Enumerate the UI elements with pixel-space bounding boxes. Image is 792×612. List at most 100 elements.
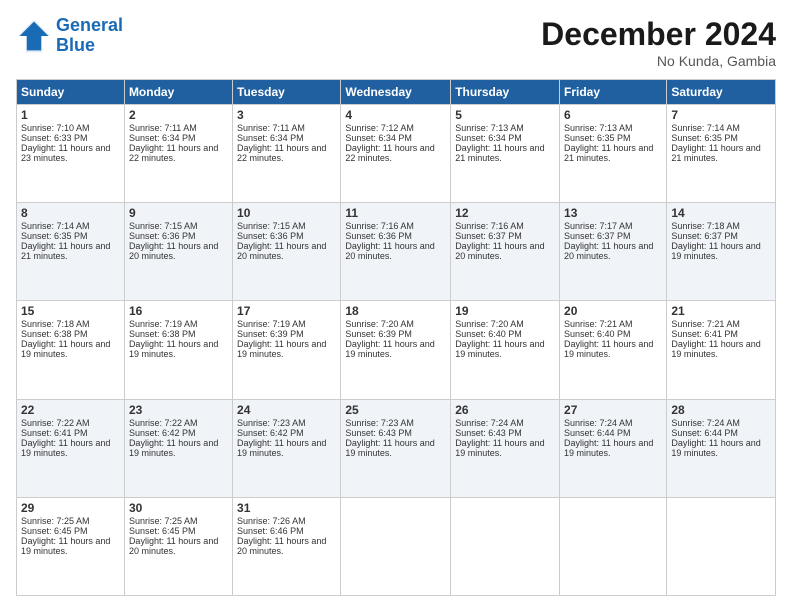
daylight-text: Daylight: 11 hours and 19 minutes. bbox=[237, 339, 326, 359]
day-number: 15 bbox=[21, 304, 120, 318]
day-number: 18 bbox=[345, 304, 446, 318]
day-number: 17 bbox=[237, 304, 336, 318]
calendar-cell: 14Sunrise: 7:18 AMSunset: 6:37 PMDayligh… bbox=[667, 203, 776, 301]
daylight-text: Daylight: 11 hours and 19 minutes. bbox=[21, 536, 110, 556]
day-number: 23 bbox=[129, 403, 228, 417]
sunrise-text: Sunrise: 7:17 AM bbox=[564, 221, 633, 231]
sunset-text: Sunset: 6:40 PM bbox=[564, 329, 631, 339]
calendar-cell: 8Sunrise: 7:14 AMSunset: 6:35 PMDaylight… bbox=[17, 203, 125, 301]
daylight-text: Daylight: 11 hours and 20 minutes. bbox=[129, 536, 218, 556]
daylight-text: Daylight: 11 hours and 19 minutes. bbox=[129, 339, 218, 359]
calendar-week-2: 8Sunrise: 7:14 AMSunset: 6:35 PMDaylight… bbox=[17, 203, 776, 301]
day-number: 10 bbox=[237, 206, 336, 220]
sunset-text: Sunset: 6:40 PM bbox=[455, 329, 522, 339]
daylight-text: Daylight: 11 hours and 19 minutes. bbox=[455, 339, 544, 359]
sunrise-text: Sunrise: 7:19 AM bbox=[237, 319, 306, 329]
day-header-thursday: Thursday bbox=[451, 80, 560, 105]
sunset-text: Sunset: 6:39 PM bbox=[345, 329, 412, 339]
calendar-week-5: 29Sunrise: 7:25 AMSunset: 6:45 PMDayligh… bbox=[17, 497, 776, 595]
sunset-text: Sunset: 6:38 PM bbox=[129, 329, 196, 339]
sunset-text: Sunset: 6:36 PM bbox=[237, 231, 304, 241]
sunset-text: Sunset: 6:38 PM bbox=[21, 329, 88, 339]
sunrise-text: Sunrise: 7:24 AM bbox=[455, 418, 524, 428]
daylight-text: Daylight: 11 hours and 19 minutes. bbox=[345, 438, 434, 458]
day-number: 20 bbox=[564, 304, 662, 318]
sunrise-text: Sunrise: 7:13 AM bbox=[564, 123, 633, 133]
day-number: 21 bbox=[671, 304, 771, 318]
calendar-cell: 9Sunrise: 7:15 AMSunset: 6:36 PMDaylight… bbox=[124, 203, 232, 301]
calendar-week-3: 15Sunrise: 7:18 AMSunset: 6:38 PMDayligh… bbox=[17, 301, 776, 399]
sunrise-text: Sunrise: 7:21 AM bbox=[564, 319, 633, 329]
day-number: 8 bbox=[21, 206, 120, 220]
calendar-cell: 30Sunrise: 7:25 AMSunset: 6:45 PMDayligh… bbox=[124, 497, 232, 595]
day-header-sunday: Sunday bbox=[17, 80, 125, 105]
calendar-cell: 20Sunrise: 7:21 AMSunset: 6:40 PMDayligh… bbox=[560, 301, 667, 399]
calendar-cell: 1Sunrise: 7:10 AMSunset: 6:33 PMDaylight… bbox=[17, 105, 125, 203]
logo-icon bbox=[16, 18, 52, 54]
sunrise-text: Sunrise: 7:10 AM bbox=[21, 123, 90, 133]
logo-general: General bbox=[56, 15, 123, 35]
day-number: 28 bbox=[671, 403, 771, 417]
day-number: 19 bbox=[455, 304, 555, 318]
sunrise-text: Sunrise: 7:23 AM bbox=[345, 418, 414, 428]
calendar-cell: 28Sunrise: 7:24 AMSunset: 6:44 PMDayligh… bbox=[667, 399, 776, 497]
daylight-text: Daylight: 11 hours and 21 minutes. bbox=[455, 143, 544, 163]
day-number: 24 bbox=[237, 403, 336, 417]
header: General Blue December 2024 No Kunda, Gam… bbox=[16, 16, 776, 69]
daylight-text: Daylight: 11 hours and 19 minutes. bbox=[455, 438, 544, 458]
sunset-text: Sunset: 6:41 PM bbox=[21, 428, 88, 438]
day-number: 27 bbox=[564, 403, 662, 417]
daylight-text: Daylight: 11 hours and 20 minutes. bbox=[455, 241, 544, 261]
daylight-text: Daylight: 11 hours and 19 minutes. bbox=[671, 241, 760, 261]
sunset-text: Sunset: 6:35 PM bbox=[21, 231, 88, 241]
calendar-cell: 18Sunrise: 7:20 AMSunset: 6:39 PMDayligh… bbox=[341, 301, 451, 399]
day-number: 26 bbox=[455, 403, 555, 417]
sunset-text: Sunset: 6:44 PM bbox=[564, 428, 631, 438]
sunset-text: Sunset: 6:34 PM bbox=[237, 133, 304, 143]
calendar-cell: 12Sunrise: 7:16 AMSunset: 6:37 PMDayligh… bbox=[451, 203, 560, 301]
day-number: 30 bbox=[129, 501, 228, 515]
calendar-cell: 3Sunrise: 7:11 AMSunset: 6:34 PMDaylight… bbox=[233, 105, 341, 203]
calendar-cell: 10Sunrise: 7:15 AMSunset: 6:36 PMDayligh… bbox=[233, 203, 341, 301]
day-number: 31 bbox=[237, 501, 336, 515]
sunrise-text: Sunrise: 7:23 AM bbox=[237, 418, 306, 428]
calendar-cell: 6Sunrise: 7:13 AMSunset: 6:35 PMDaylight… bbox=[560, 105, 667, 203]
daylight-text: Daylight: 11 hours and 21 minutes. bbox=[21, 241, 110, 261]
daylight-text: Daylight: 11 hours and 21 minutes. bbox=[671, 143, 760, 163]
calendar-header-row: SundayMondayTuesdayWednesdayThursdayFrid… bbox=[17, 80, 776, 105]
sunset-text: Sunset: 6:34 PM bbox=[129, 133, 196, 143]
calendar-cell: 21Sunrise: 7:21 AMSunset: 6:41 PMDayligh… bbox=[667, 301, 776, 399]
sunset-text: Sunset: 6:34 PM bbox=[345, 133, 412, 143]
daylight-text: Daylight: 11 hours and 20 minutes. bbox=[345, 241, 434, 261]
day-number: 16 bbox=[129, 304, 228, 318]
calendar-cell bbox=[341, 497, 451, 595]
daylight-text: Daylight: 11 hours and 23 minutes. bbox=[21, 143, 110, 163]
day-number: 3 bbox=[237, 108, 336, 122]
sunset-text: Sunset: 6:37 PM bbox=[455, 231, 522, 241]
sunrise-text: Sunrise: 7:24 AM bbox=[671, 418, 740, 428]
calendar-cell: 13Sunrise: 7:17 AMSunset: 6:37 PMDayligh… bbox=[560, 203, 667, 301]
calendar-cell: 7Sunrise: 7:14 AMSunset: 6:35 PMDaylight… bbox=[667, 105, 776, 203]
location: No Kunda, Gambia bbox=[541, 53, 776, 69]
sunrise-text: Sunrise: 7:15 AM bbox=[129, 221, 198, 231]
logo: General Blue bbox=[16, 16, 123, 56]
day-number: 11 bbox=[345, 206, 446, 220]
sunset-text: Sunset: 6:36 PM bbox=[129, 231, 196, 241]
sunrise-text: Sunrise: 7:13 AM bbox=[455, 123, 524, 133]
logo-blue: Blue bbox=[56, 36, 123, 56]
month-title: December 2024 bbox=[541, 16, 776, 53]
sunrise-text: Sunrise: 7:12 AM bbox=[345, 123, 414, 133]
calendar-cell: 23Sunrise: 7:22 AMSunset: 6:42 PMDayligh… bbox=[124, 399, 232, 497]
daylight-text: Daylight: 11 hours and 19 minutes. bbox=[129, 438, 218, 458]
day-number: 2 bbox=[129, 108, 228, 122]
sunrise-text: Sunrise: 7:20 AM bbox=[455, 319, 524, 329]
calendar-cell: 17Sunrise: 7:19 AMSunset: 6:39 PMDayligh… bbox=[233, 301, 341, 399]
sunset-text: Sunset: 6:42 PM bbox=[129, 428, 196, 438]
page: General Blue December 2024 No Kunda, Gam… bbox=[0, 0, 792, 612]
calendar-cell: 2Sunrise: 7:11 AMSunset: 6:34 PMDaylight… bbox=[124, 105, 232, 203]
calendar-cell: 22Sunrise: 7:22 AMSunset: 6:41 PMDayligh… bbox=[17, 399, 125, 497]
calendar-cell: 24Sunrise: 7:23 AMSunset: 6:42 PMDayligh… bbox=[233, 399, 341, 497]
daylight-text: Daylight: 11 hours and 19 minutes. bbox=[21, 339, 110, 359]
day-number: 6 bbox=[564, 108, 662, 122]
sunrise-text: Sunrise: 7:20 AM bbox=[345, 319, 414, 329]
